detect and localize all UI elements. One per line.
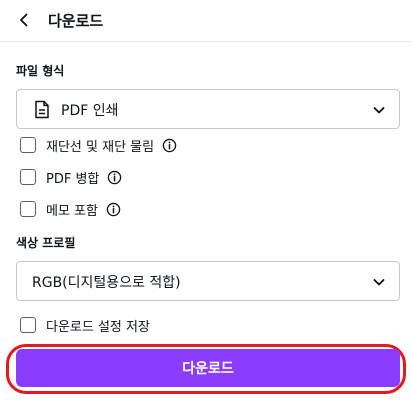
file-type-value: PDF 인쇄: [61, 103, 119, 119]
info-icon[interactable]: [107, 170, 122, 185]
chevron-left-icon: [20, 13, 28, 27]
document-icon: [35, 100, 49, 119]
file-type-label: 파일 형식: [16, 64, 65, 78]
checkbox[interactable]: [20, 317, 36, 333]
option-include-notes[interactable]: 메모 포함: [20, 198, 121, 220]
info-icon[interactable]: [162, 138, 177, 153]
option-label: PDF 병합: [46, 171, 100, 187]
back-button[interactable]: [12, 8, 36, 32]
save-settings-label: 다운로드 설정 저장: [46, 319, 150, 335]
download-panel: 다운로드 파일 형식 PDF 인쇄 재단선 및 재단 물림 PDF 병합 메모 …: [0, 0, 412, 403]
option-label: 재단선 및 재단 물림: [46, 139, 155, 155]
download-button[interactable]: 다운로드: [16, 349, 400, 387]
save-download-settings[interactable]: 다운로드 설정 저장: [20, 314, 150, 336]
color-profile-label: 색상 프로필: [16, 236, 76, 250]
chevron-down-icon: [373, 107, 385, 114]
option-merge-pdf[interactable]: PDF 병합: [20, 166, 122, 188]
checkbox[interactable]: [20, 137, 36, 153]
download-button-label: 다운로드: [182, 361, 234, 377]
option-crop-marks-bleed[interactable]: 재단선 및 재단 물림: [20, 134, 177, 156]
panel-header: 다운로드: [0, 0, 412, 42]
page-title: 다운로드: [48, 12, 104, 30]
chevron-down-icon: [373, 279, 385, 286]
checkbox[interactable]: [20, 201, 36, 217]
info-icon[interactable]: [106, 202, 121, 217]
color-profile-value: RGB(디지털용으로 적합): [32, 275, 181, 291]
option-label: 메모 포함: [46, 203, 98, 219]
checkbox[interactable]: [20, 169, 36, 185]
color-profile-select[interactable]: RGB(디지털용으로 적합): [16, 261, 400, 301]
file-type-select[interactable]: PDF 인쇄: [16, 89, 400, 129]
